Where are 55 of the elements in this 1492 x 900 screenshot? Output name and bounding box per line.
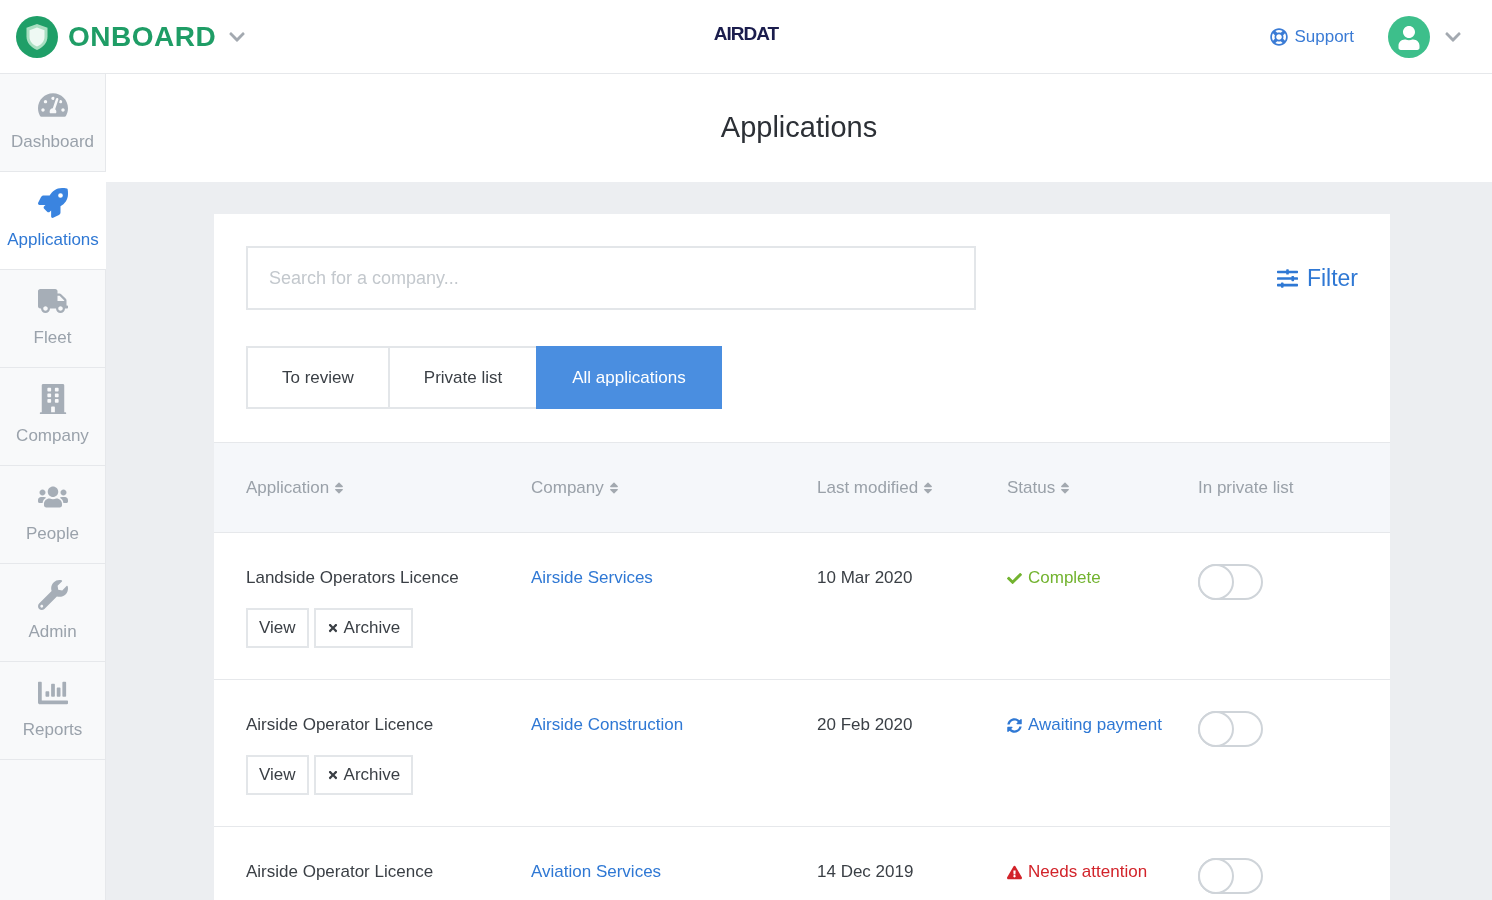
tab[interactable]: Private list [387,346,539,409]
sort-icon [333,480,346,495]
filter-button[interactable]: Filter [1276,260,1358,296]
status-text: Complete [1028,568,1101,588]
brand-name: ONBOARD [68,19,217,54]
view-button[interactable]: View [246,755,309,795]
rocket-icon [38,188,68,219]
x-icon [326,769,339,781]
application-name: Airside Operator Licence [246,862,434,882]
archive-button[interactable]: Archive [313,608,414,648]
application-name: Airside Operator Licence [246,715,434,735]
check-icon [1007,570,1022,586]
search-field[interactable]: Search for a company... [246,246,976,310]
sidebar-item[interactable]: Company [0,368,105,466]
application-name: Landside Operators Licence [246,568,459,588]
sort-icon [922,480,935,495]
lifebuoy-icon [1270,27,1289,46]
support-link[interactable]: Support [1270,23,1354,50]
column-header: In private list [1198,476,1294,499]
sidebar-item[interactable]: Admin [0,564,105,662]
company-link[interactable]: Airside Construction [531,715,684,735]
company-link[interactable]: Aviation Services [531,862,662,882]
company-link[interactable]: Airside Services [531,568,653,588]
status-text: Needs attention [1028,862,1148,882]
building-icon [37,384,68,415]
date-text: 14 Dec 2019 [817,862,914,882]
column-header[interactable]: Last modified [817,474,935,501]
column-header[interactable]: Company [531,474,620,501]
tab[interactable]: All applications [536,346,722,409]
sidebar-item[interactable]: Fleet [0,270,105,368]
date-text: 10 Mar 2020 [817,568,913,588]
sort-icon [607,480,620,495]
tab[interactable]: To review [246,346,390,409]
date-text: 20 Feb 2020 [817,715,913,735]
x-icon [326,622,339,634]
page-title: Applications [720,110,878,146]
view-button[interactable]: View [246,608,309,648]
toggle-switch[interactable] [1198,564,1263,600]
archive-button[interactable]: Archive [313,755,414,795]
sidebar-item[interactable]: Reports [0,662,105,760]
sidebar-item[interactable]: Applications [0,172,106,270]
column-header[interactable]: Application [246,474,346,501]
refresh-icon [1007,717,1022,733]
shield-logo-icon [16,15,58,58]
sliders-icon [1276,267,1298,289]
airdat-logo: AIRDAT [713,22,779,47]
avatar-icon[interactable] [1388,15,1430,58]
status-text: Awaiting payment [1028,715,1162,735]
wrench-icon [37,580,68,611]
column-header[interactable]: Status [1007,474,1072,501]
toggle-switch[interactable] [1198,711,1263,747]
sort-icon [1059,480,1072,495]
warning-icon [1007,864,1022,880]
sidebar-item[interactable]: People [0,466,105,564]
toggle-switch[interactable] [1198,858,1263,894]
